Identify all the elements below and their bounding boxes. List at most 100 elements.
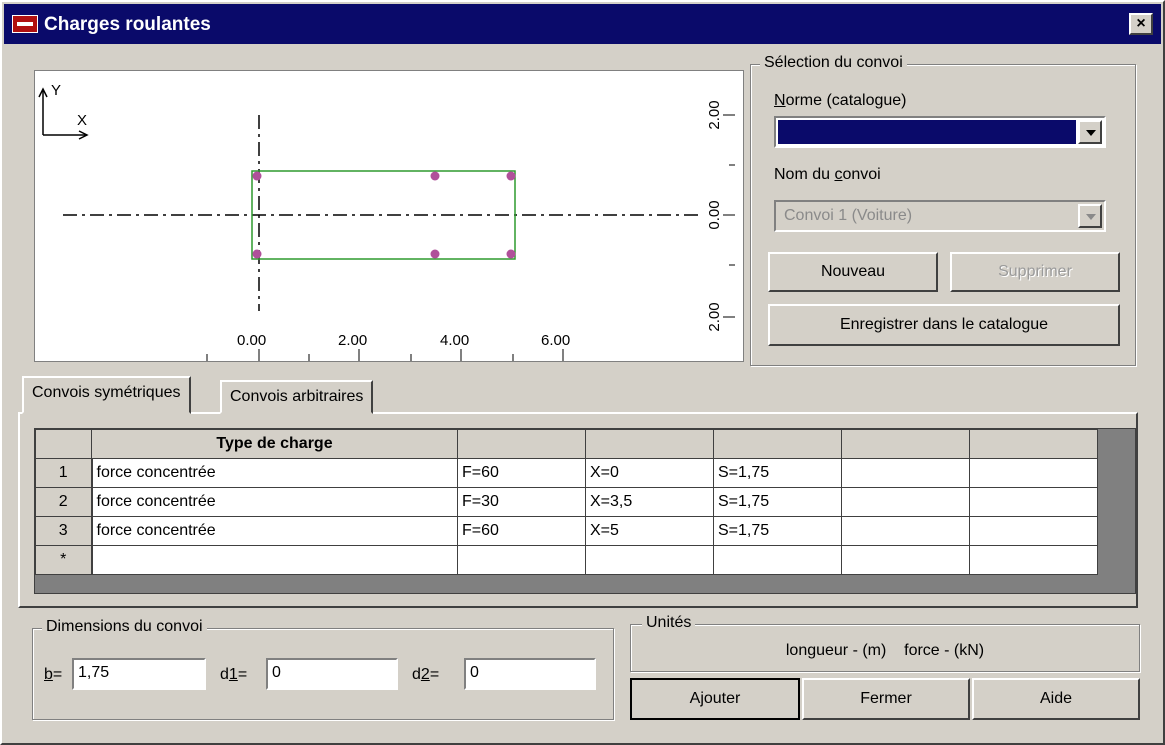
load-point [506,249,516,259]
d1-label-accel: 1 [228,666,238,683]
nom-convoi-label: Nom du convoi [774,166,881,184]
table-header-row: Type de charge [35,429,1098,459]
spacing-cell[interactable]: S=1,75 [713,487,842,517]
table-header-col[interactable] [841,429,970,459]
tab-convois-arbitraires[interactable]: Convois arbitraires [220,380,374,414]
loads-grid: Type de charge 1 force concentrée F=60 X… [34,428,1136,594]
convoy-preview: Y X 0.00 2.00 4.00 6.00 2.00 0.00 2.00 [34,70,744,362]
table-row: 3 force concentrée F=60 X=5 S=1,75 [35,516,1098,546]
close-button[interactable]: × [1129,13,1153,35]
table-header-corner [35,429,92,459]
x-tick-label: 2.00 [338,332,367,349]
window-title: Charges roulantes [44,14,211,35]
enregistrer-catalogue-button[interactable]: Enregistrer dans le catalogue [768,304,1120,346]
ajouter-button[interactable]: Ajouter [630,678,800,720]
table-row: 1 force concentrée F=60 X=0 S=1,75 [35,458,1098,488]
force-cell[interactable]: F=60 [457,458,586,488]
table-header-col[interactable] [457,429,586,459]
position-cell[interactable] [585,545,714,575]
d1-label: d1= [220,666,247,684]
empty-cell[interactable] [969,545,1098,575]
x-tick-label: 6.00 [541,332,570,349]
load-point [430,171,440,181]
table-header-col[interactable] [585,429,714,459]
chevron-down-icon[interactable] [1078,120,1102,144]
table-header-col[interactable] [969,429,1098,459]
load-type-cell[interactable]: force concentrée [91,458,458,488]
load-point [252,171,262,181]
load-point [506,171,516,181]
force-cell[interactable]: F=30 [457,487,586,517]
load-type-cell[interactable] [91,545,458,575]
x-axis-label: X [77,112,87,129]
table-row: 2 force concentrée F=30 X=3,5 S=1,75 [35,487,1098,517]
position-cell[interactable]: X=0 [585,458,714,488]
nom-convoi-select[interactable]: Convoi 1 (Voiture) [774,200,1106,232]
x-tick-label: 0.00 [237,332,266,349]
empty-cell[interactable] [841,487,970,517]
new-row-marker[interactable]: * [35,545,93,575]
b-label: b= [44,666,62,684]
force-cell[interactable]: F=60 [457,516,586,546]
loads-table: Type de charge 1 force concentrée F=60 X… [35,429,1098,575]
nom-label-rest: onvoi [842,166,881,183]
supprimer-button[interactable]: Supprimer [950,252,1120,292]
fermer-button[interactable]: Fermer [802,678,970,720]
x-tick-label: 4.00 [440,332,469,349]
aide-button[interactable]: Aide [972,678,1140,720]
row-number[interactable]: 1 [35,458,93,488]
d2-label-accel: 2 [420,666,430,683]
row-number[interactable]: 2 [35,487,93,517]
chevron-down-icon[interactable] [1078,204,1102,228]
norme-select[interactable] [774,116,1106,148]
force-cell[interactable] [457,545,586,575]
spacing-cell[interactable] [713,545,842,575]
norme-label: Norme (catalogue) [774,92,907,110]
preview-canvas: Y X 0.00 2.00 4.00 6.00 2.00 0.00 2.00 [38,82,735,361]
d1-label-rest: = [237,666,248,683]
empty-cell[interactable] [969,487,1098,517]
load-point [252,249,262,259]
convoy-selection-title: Sélection du convoi [760,54,907,72]
spacing-cell[interactable]: S=1,75 [713,516,842,546]
b-label-accel: b [44,666,53,683]
position-cell[interactable]: X=3,5 [585,487,714,517]
empty-cell[interactable] [969,458,1098,488]
table-header-type[interactable]: Type de charge [91,429,458,459]
empty-cell[interactable] [841,516,970,546]
position-cell[interactable]: X=5 [585,516,714,546]
y-tick-label: 2.00 [706,302,723,331]
tab-convois-symetriques[interactable]: Convois symétriques [22,376,191,414]
charges-roulantes-dialog: Charges roulantes × Y X 0.00 2.00 4.00 6… [0,0,1165,745]
load-point [430,249,440,259]
spacing-cell[interactable]: S=1,75 [713,458,842,488]
y-tick-label: 0.00 [706,200,723,229]
table-header-col[interactable] [713,429,842,459]
d1-input[interactable]: 0 [266,658,398,690]
d2-label: d2= [412,666,439,684]
d1-label-pre: d [220,666,229,683]
y-axis-label: Y [51,82,61,99]
title-bar: Charges roulantes × [4,4,1161,44]
row-number[interactable]: 3 [35,516,93,546]
d2-input[interactable]: 0 [464,658,596,690]
empty-cell[interactable] [969,516,1098,546]
b-label-rest: = [52,666,63,683]
app-icon [12,15,38,33]
norme-label-accel: N [774,92,786,109]
nouveau-button[interactable]: Nouveau [768,252,938,292]
load-type-cell[interactable]: force concentrée [91,516,458,546]
empty-cell[interactable] [841,545,970,575]
d2-label-rest: = [429,666,440,683]
dimensions-title: Dimensions du convoi [42,618,207,636]
empty-cell[interactable] [841,458,970,488]
nom-convoi-value: Convoi 1 (Voiture) [778,204,1076,228]
norme-label-text: orme (catalogue) [785,92,907,109]
units-text: longueur - (m) force - (kN) [785,642,985,659]
y-tick-label: 2.00 [706,100,723,129]
b-input[interactable]: 1,75 [72,658,206,690]
norme-select-value [778,120,1076,144]
nom-label-prefix: Nom du [774,166,835,183]
load-type-cell[interactable]: force concentrée [91,487,458,517]
units-title: Unités [642,614,696,632]
